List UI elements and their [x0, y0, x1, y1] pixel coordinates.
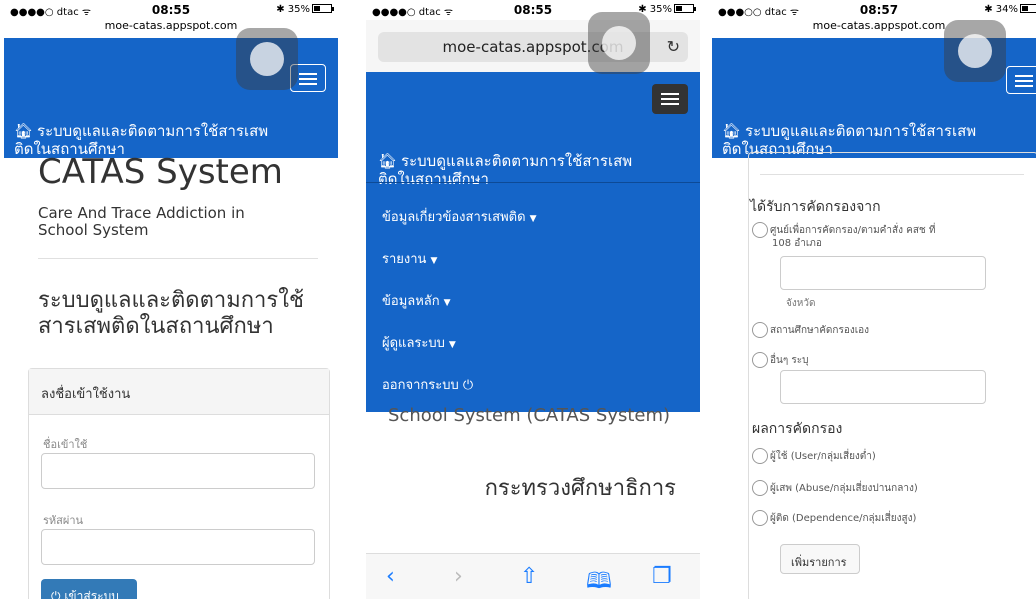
- menu-item-drug-info[interactable]: ข้อมูลเกี่ยวข้องสารเสพติด ▼: [382, 206, 536, 227]
- page-subtitle: Care And Trace Addiction in School Syste…: [38, 204, 245, 239]
- radio-school-screening[interactable]: สถานศึกษาคัดกรองเอง: [752, 322, 869, 338]
- navbar-expanded: 🏠︎ ระบบดูแลและติดตามการใช้สารเสพ ติดในสถา…: [366, 72, 700, 412]
- radio-screening-center[interactable]: ศูนย์เพื่อการคัดกรอง/ตามคำสั่ง คสช ที่ 1…: [752, 222, 936, 250]
- home-icon: 🏠︎: [14, 122, 34, 140]
- battery-indicator: ✱ 35%: [638, 4, 696, 15]
- username-input[interactable]: [41, 453, 315, 489]
- battery-icon: [674, 4, 696, 13]
- screening-source-title: ได้รับการคัดกรองจาก: [750, 199, 881, 215]
- divider: [760, 174, 1024, 175]
- screening-result-title: ผลการคัดกรอง: [752, 421, 843, 437]
- phone-screen-login: ●●●●○ dtac ᯤ 08:55 ✱ 35% moe-catas.appsp…: [4, 0, 338, 599]
- battery-indicator: ✱ 35%: [276, 4, 334, 15]
- battery-percent: 34%: [995, 4, 1018, 15]
- phone-screen-form: ●●●○○ dtac ᯤ 08:57 ✱ 34% moe-catas.appsp…: [712, 0, 1036, 599]
- power-icon: ⏻: [51, 589, 61, 599]
- home-icon: 🏠︎: [378, 152, 398, 170]
- radio-button[interactable]: [752, 222, 768, 238]
- password-label: รหัสผ่าน: [43, 514, 84, 527]
- password-input[interactable]: [41, 529, 315, 565]
- back-icon[interactable]: ‹: [386, 564, 395, 589]
- menu-item-logout[interactable]: ออกจากระบบ ⏻: [382, 374, 473, 395]
- radio-button[interactable]: [752, 480, 768, 496]
- tabs-icon[interactable]: ❐: [652, 564, 672, 589]
- battery-indicator: ✱ 34%: [984, 4, 1036, 15]
- battery-percent: 35%: [649, 4, 672, 15]
- login-button[interactable]: ⏻ เข้าสู่ระบบ: [41, 579, 137, 599]
- login-panel: ลงชื่อเข้าใช้งาน ชื่อเข้าใช้ รหัสผ่าน ⏻ …: [28, 368, 330, 599]
- username-label: ชื่อเข้าใช้: [43, 438, 88, 451]
- battery-percent: 35%: [287, 4, 310, 15]
- radio-result-user[interactable]: ผู้ใช้ (User/กลุ่มเสี่ยงต่ำ): [752, 448, 876, 464]
- battery-icon: [1020, 4, 1036, 13]
- radio-result-abuse[interactable]: ผู้เสพ (Abuse/กลุ่มเสี่ยงปานกลาง): [752, 480, 918, 496]
- bookmarks-icon[interactable]: 🕮︎: [586, 564, 612, 599]
- other-specify-input[interactable]: [780, 370, 986, 404]
- radio-result-dependence[interactable]: ผู้ติด (Dependence/กลุ่มเสี่ยงสูง): [752, 510, 916, 526]
- divider: [38, 258, 318, 259]
- share-icon[interactable]: ⇧: [520, 564, 538, 589]
- battery-icon: [312, 4, 334, 13]
- radio-button[interactable]: [752, 510, 768, 526]
- page-subtitle: School System (CATAS System): [388, 405, 671, 426]
- caret-down-icon: ▼: [443, 298, 451, 308]
- reload-icon[interactable]: ↻: [667, 32, 680, 62]
- ministry-name: กระทรวงศึกษาธิการ: [484, 476, 676, 501]
- status-bar: ●●●○○ dtac ᯤ 08:57 ✱ 34%: [712, 0, 1036, 20]
- province-label: จังหวัด: [786, 298, 816, 309]
- page-title: CATAS System: [38, 152, 283, 192]
- district-input[interactable]: [780, 256, 986, 290]
- menu-item-reports[interactable]: รายงาน ▼: [382, 248, 437, 269]
- status-bar: ●●●●○ dtac ᯤ 08:55 ✱ 35%: [4, 0, 338, 20]
- power-icon: ⏻: [462, 378, 474, 393]
- assistive-touch-button[interactable]: [944, 20, 1006, 82]
- home-icon: 🏠︎: [722, 122, 742, 140]
- radio-other[interactable]: อื่นๆ ระบุ: [752, 352, 808, 368]
- radio-button[interactable]: [752, 448, 768, 464]
- assistive-touch-button[interactable]: [588, 12, 650, 74]
- menu-divider: [366, 182, 700, 183]
- menu-item-admin[interactable]: ผู้ดูแลระบบ ▼: [382, 332, 456, 353]
- caret-down-icon: ▼: [448, 340, 456, 350]
- forward-icon[interactable]: ›: [454, 564, 463, 589]
- radio-button[interactable]: [752, 322, 768, 338]
- thai-heading: ระบบดูแลและติดตามการใช้ สารเสพติดในสถานศ…: [38, 288, 304, 339]
- login-panel-header: ลงชื่อเข้าใช้งาน: [29, 369, 329, 415]
- menu-toggle-button[interactable]: [652, 84, 688, 114]
- assistive-touch-button[interactable]: [236, 28, 298, 90]
- caret-down-icon: ▼: [529, 214, 537, 224]
- add-item-button[interactable]: เพิ่มรายการ: [780, 544, 860, 574]
- status-bar: ●●●●○ dtac ᯤ 08:55 ✱ 35%: [366, 0, 700, 20]
- caret-down-icon: ▼: [430, 256, 438, 266]
- safari-toolbar: ‹ › ⇧ 🕮︎ ❐: [366, 553, 700, 599]
- menu-toggle-button[interactable]: [1006, 66, 1036, 94]
- phone-screen-menu: ●●●●○ dtac ᯤ 08:55 ✱ 35% moe-catas.appsp…: [366, 0, 700, 599]
- menu-item-master-data[interactable]: ข้อมูลหลัก ▼: [382, 290, 451, 311]
- radio-button[interactable]: [752, 352, 768, 368]
